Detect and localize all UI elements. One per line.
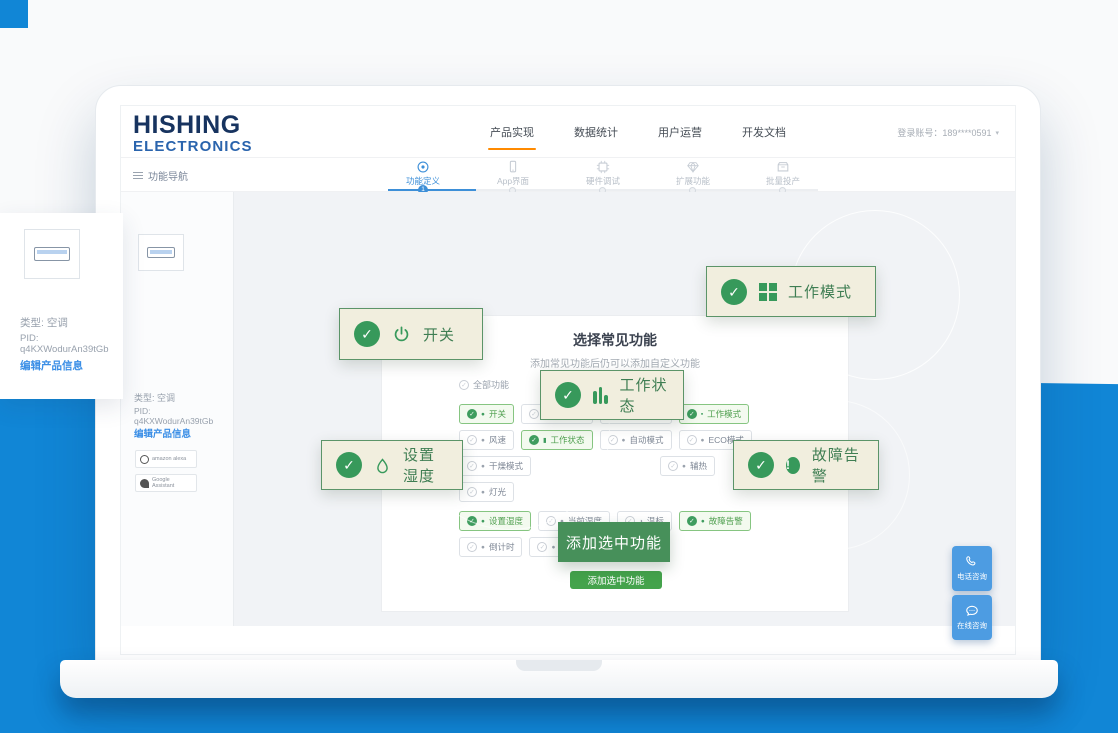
chip-row-3: ✓●干燥模式 ✓●辅热 xyxy=(459,456,759,476)
fan-icon: ● xyxy=(481,437,485,444)
chip-power[interactable]: ✓●开关 xyxy=(459,404,514,424)
grid-icon: ▪ xyxy=(701,411,703,418)
stepper: 功能定义 App界面 硬件调 xyxy=(378,160,828,192)
check-circle-icon: ✓ xyxy=(336,452,362,478)
step-mass-production[interactable]: 批量投产 xyxy=(738,160,828,187)
eco-icon: ● xyxy=(701,437,705,444)
callout-work-mode: ✓ 工作模式 xyxy=(706,266,876,317)
brand-logo: HISHING ELECTRONICS xyxy=(133,113,253,154)
dry-icon: ● xyxy=(481,463,485,470)
timer-icon: ● xyxy=(551,544,555,551)
function-nav-toggle[interactable]: 功能导航 xyxy=(133,168,188,183)
alexa-badge: amazon alexa xyxy=(135,450,197,468)
decor-corner-square xyxy=(0,0,28,28)
logo-line1: HISHING xyxy=(133,113,253,138)
google-assistant-badge: Google Assistant xyxy=(135,474,197,492)
product-pid: PID: q4KXWodurAn39tGb xyxy=(20,333,120,355)
check-circle-icon: ✓ xyxy=(555,382,581,408)
google-assistant-icon xyxy=(140,479,149,488)
laptop-notch xyxy=(516,660,602,671)
timer-icon: ● xyxy=(481,544,485,551)
chip-light[interactable]: ✓●灯光 xyxy=(459,482,514,502)
chip-set-humidity[interactable]: ✓●设置湿度 xyxy=(459,511,531,531)
step-extended-features[interactable]: 扩展功能 xyxy=(648,160,738,187)
phone-icon xyxy=(468,160,558,174)
chevron-down-icon: ▾ xyxy=(995,129,999,137)
chip-row-4: ✓●灯光 xyxy=(459,482,759,502)
heat-icon: ● xyxy=(682,463,686,470)
nav-stats[interactable]: 数据统计 xyxy=(572,120,620,144)
bars-icon: ▮ xyxy=(543,436,547,444)
nav-operations[interactable]: 用户运营 xyxy=(656,120,704,144)
top-nav: 产品实现 数据统计 用户运营 开发文档 xyxy=(488,106,788,158)
chip-work-status[interactable]: ✓▮工作状态 xyxy=(521,430,593,450)
laptop-base xyxy=(60,660,1058,698)
select-all-label: 全部功能 xyxy=(473,378,509,391)
chip-work-mode[interactable]: ✓▪工作模式 xyxy=(679,404,749,424)
callout-work-status: ✓ 工作状态 xyxy=(540,370,684,420)
nav-docs[interactable]: 开发文档 xyxy=(740,120,788,144)
chip-dry-mode[interactable]: ✓●干燥模式 xyxy=(459,456,531,476)
sub-header: 功能导航 功能定义 xyxy=(121,158,1016,192)
target-icon xyxy=(378,160,468,174)
product-pid: PID: q4KXWodurAn39tGb xyxy=(134,406,230,426)
edit-product-link[interactable]: 编辑产品信息 xyxy=(134,426,191,440)
phone-consult-button[interactable]: 电话咨询 xyxy=(952,546,992,591)
account-label: 登录账号：189****0591 xyxy=(897,126,991,139)
callout-fault-alarm: ✓ ! 故障告警 xyxy=(733,440,879,490)
chip-icon xyxy=(558,160,648,174)
select-all-checkbox[interactable]: ✓ 全部功能 xyxy=(459,378,509,391)
alert-icon: ● xyxy=(701,518,705,525)
stepper-track-active xyxy=(388,189,476,191)
add-selected-button[interactable]: 添加选中功能 xyxy=(570,571,662,589)
alexa-icon xyxy=(140,455,149,464)
power-icon: ● xyxy=(481,411,485,418)
callout-power: ✓ 开关 xyxy=(339,308,483,360)
light-icon: ● xyxy=(481,489,485,496)
marketing-scene: HISHING ELECTRONICS 产品实现 数据统计 用户运营 开发文档 … xyxy=(0,0,1118,733)
check-circle-icon: ✓ xyxy=(459,380,469,390)
chip-fan-speed[interactable]: ✓●风速 xyxy=(459,430,514,450)
check-circle-icon: ✓ xyxy=(354,321,380,347)
alert-icon: ! xyxy=(786,457,800,474)
account-menu[interactable]: 登录账号：189****0591 ▾ xyxy=(897,126,999,139)
droplet-icon xyxy=(374,457,391,474)
air-conditioner-icon xyxy=(34,247,70,261)
grid-icon xyxy=(759,283,776,300)
app-header: HISHING ELECTRONICS 产品实现 数据统计 用户运营 开发文档 … xyxy=(121,106,1016,158)
chip-fault-alarm[interactable]: ✓●故障告警 xyxy=(679,511,751,531)
check-circle-icon: ✓ xyxy=(721,279,747,305)
air-conditioner-icon xyxy=(147,247,175,258)
auto-icon: ● xyxy=(622,437,626,444)
product-image xyxy=(24,229,80,279)
online-consult-button[interactable]: 在线咨询 xyxy=(952,595,992,640)
magnified-product-card: 类型: 空调 PID: q4KXWodurAn39tGb 编辑产品信息 xyxy=(0,213,123,399)
nav-product[interactable]: 产品实现 xyxy=(488,120,536,144)
product-sidebar: 类型: 空调 PID: q4KXWodurAn39tGb 编辑产品信息 amaz… xyxy=(121,192,234,626)
product-type: 类型: 空调 xyxy=(20,315,68,330)
chat-icon xyxy=(965,604,979,618)
hamburger-icon xyxy=(133,170,143,181)
gem-icon xyxy=(648,160,738,174)
step-hardware-debug[interactable]: 硬件调试 xyxy=(558,160,648,187)
product-image xyxy=(138,234,184,271)
step-function-define[interactable]: 功能定义 xyxy=(378,160,468,187)
magnified-add-selected-button[interactable]: 添加选中功能 xyxy=(558,522,670,562)
chip-countdown[interactable]: ✓●倒计时 xyxy=(459,537,522,557)
box-icon xyxy=(738,160,828,174)
bars-icon xyxy=(593,387,608,404)
logo-line2: ELECTRONICS xyxy=(133,139,253,154)
edit-product-link[interactable]: 编辑产品信息 xyxy=(20,358,83,373)
product-type: 类型: 空调 xyxy=(134,391,175,404)
function-nav-label: 功能导航 xyxy=(148,168,188,183)
check-circle-icon: ✓ xyxy=(748,452,774,478)
chip-row-2: ✓●风速 ✓▮工作状态 ✓●自动模式 ✓●ECO模式 xyxy=(459,430,759,450)
chip-aux-heat[interactable]: ✓●辅热 xyxy=(660,456,715,476)
step-app-ui[interactable]: App界面 xyxy=(468,160,558,187)
chip-auto-mode[interactable]: ✓●自动模式 xyxy=(600,430,672,450)
power-icon xyxy=(392,325,411,344)
callout-set-humidity: ✓ 设置湿度 xyxy=(321,440,463,490)
droplet-icon: ● xyxy=(481,518,485,525)
phone-call-icon xyxy=(965,555,979,569)
